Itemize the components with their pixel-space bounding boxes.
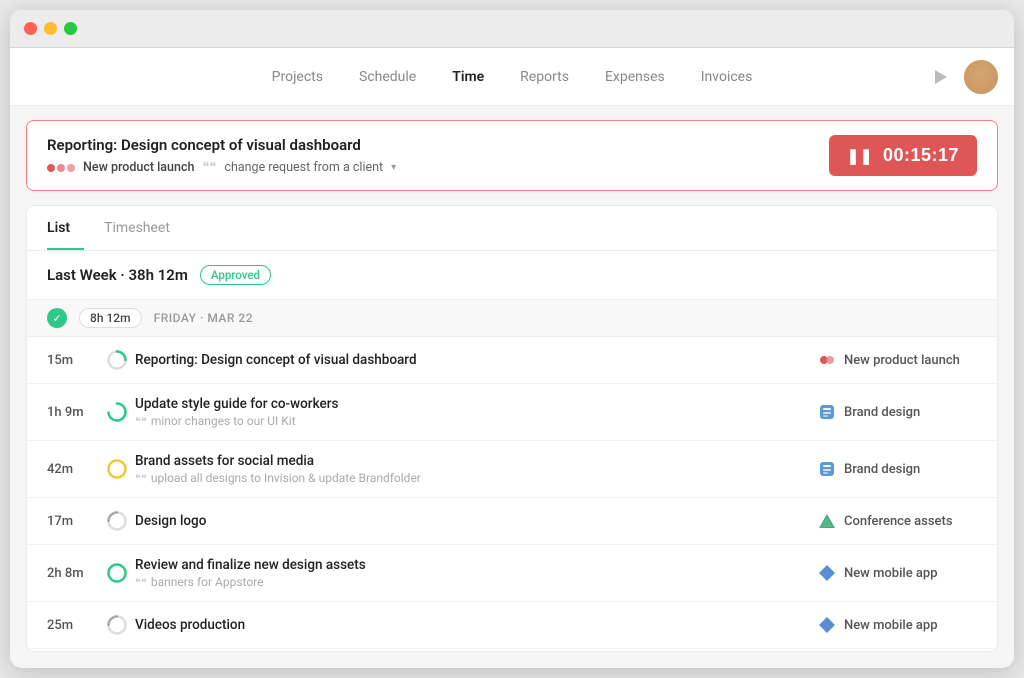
- entry-status-icon: [99, 510, 135, 532]
- entry-text: Update style guide for co-workers ❝❝ min…: [135, 396, 817, 428]
- entry-duration: 1h 9m: [47, 405, 99, 420]
- day-duration: 8h 12m: [79, 308, 142, 328]
- entry-text: Design logo: [135, 513, 817, 529]
- nav-time[interactable]: Time: [452, 65, 484, 89]
- entry-title: Review and finalize new design assets: [135, 557, 817, 573]
- day-row: ✓ 8h 12m FRIDAY · MAR 22: [27, 300, 997, 337]
- entry-project: Conference assets: [817, 511, 977, 531]
- entry-project: Brand design: [817, 402, 977, 422]
- project-icon: [817, 511, 837, 531]
- entry-text: Videos production: [135, 617, 817, 633]
- traffic-lights: [24, 22, 77, 35]
- nav-expenses[interactable]: Expenses: [605, 65, 665, 89]
- entry-title: Reporting: Design concept of visual dash…: [135, 352, 817, 368]
- project-icon: [817, 402, 837, 422]
- quote-icon: ❝❝: [135, 576, 147, 589]
- entry-status-icon: [99, 349, 135, 371]
- nav-schedule[interactable]: Schedule: [359, 65, 416, 89]
- close-light[interactable]: [24, 22, 37, 35]
- entries-list: 15m Reporting: Design concept of visual …: [27, 337, 997, 651]
- entry-duration: 42m: [47, 462, 99, 477]
- maximize-light[interactable]: [64, 22, 77, 35]
- table-row[interactable]: 15m Reporting: Design concept of visual …: [27, 337, 997, 384]
- avatar[interactable]: [964, 60, 998, 94]
- play-button[interactable]: [926, 63, 954, 91]
- entry-text: Review and finalize new design assets ❝❝…: [135, 557, 817, 589]
- entry-duration: 2h 8m: [47, 566, 99, 581]
- titlebar: [10, 10, 1014, 48]
- timer-project-name: New product launch: [83, 160, 194, 175]
- entry-title: Brand assets for social media: [135, 453, 817, 469]
- nav-projects[interactable]: Projects: [272, 65, 323, 89]
- check-icon: ✓: [47, 308, 67, 328]
- project-dot: [47, 164, 75, 172]
- table-row[interactable]: 2h 8m Review and finalize new design ass…: [27, 545, 997, 602]
- week-title: Last Week · 38h 12m: [47, 266, 188, 284]
- entry-subtitle: ❝❝ banners for Appstore: [135, 575, 817, 589]
- entry-project: New mobile app: [817, 615, 977, 635]
- timer-banner: Reporting: Design concept of visual dash…: [26, 120, 998, 191]
- pause-icon: ❚❚: [847, 147, 873, 165]
- week-header: Last Week · 38h 12m Approved: [27, 251, 997, 300]
- entry-duration: 25m: [47, 618, 99, 633]
- main-content: List Timesheet Last Week · 38h 12m Appro…: [26, 205, 998, 652]
- table-row[interactable]: 1h 9m Update style guide for co-workers …: [27, 384, 997, 441]
- timer-task-title: Reporting: Design concept of visual dash…: [47, 136, 396, 154]
- project-icon: [817, 459, 837, 479]
- entry-title: Update style guide for co-workers: [135, 396, 817, 412]
- entry-subtitle: ❝❝ minor changes to our UI Kit: [135, 414, 817, 428]
- nav-invoices[interactable]: Invoices: [701, 65, 753, 89]
- pause-button[interactable]: ❚❚ 00:15:17: [829, 135, 977, 176]
- table-row[interactable]: 17m Design logo: [27, 498, 997, 545]
- entry-status-icon: [99, 458, 135, 480]
- entry-title: Videos production: [135, 617, 817, 633]
- entry-project: New mobile app: [817, 563, 977, 583]
- table-row[interactable]: 42m Brand assets for social media ❝❝ upl…: [27, 441, 997, 498]
- entry-subtitle: ❝❝ upload all designs to Invision & upda…: [135, 471, 817, 485]
- minimize-light[interactable]: [44, 22, 57, 35]
- entry-text: Brand assets for social media ❝❝ upload …: [135, 453, 817, 485]
- day-label: FRIDAY · MAR 22: [154, 311, 253, 325]
- quote-icon: ❝❝: [135, 415, 147, 428]
- project-name: Brand design: [844, 405, 920, 420]
- chevron-down-icon[interactable]: ▾: [391, 162, 396, 173]
- table-row[interactable]: 25m Videos production Ne: [27, 602, 997, 649]
- project-icon: [817, 350, 837, 370]
- timer-time: 00:15:17: [883, 145, 959, 166]
- timer-info: Reporting: Design concept of visual dash…: [47, 136, 396, 175]
- approved-badge: Approved: [200, 265, 271, 285]
- tab-list[interactable]: List: [47, 206, 84, 250]
- entry-duration: 15m: [47, 353, 99, 368]
- entry-duration: 17m: [47, 514, 99, 529]
- nav-reports[interactable]: Reports: [520, 65, 569, 89]
- project-name: New mobile app: [844, 566, 938, 581]
- entry-project: Brand design: [817, 459, 977, 479]
- entry-status-icon: [99, 614, 135, 636]
- quote-icon: ❝❝: [202, 160, 216, 175]
- nav-right: [926, 60, 998, 94]
- project-name: Conference assets: [844, 514, 953, 529]
- entry-status-icon: [99, 562, 135, 584]
- tabs: List Timesheet: [27, 206, 997, 251]
- project-icon: [817, 615, 837, 635]
- project-name: New product launch: [844, 353, 960, 368]
- nav: Projects Schedule Time Reports Expenses …: [10, 48, 1014, 106]
- timer-meta: New product launch ❝❝ change request fro…: [47, 160, 396, 175]
- entry-text: Reporting: Design concept of visual dash…: [135, 352, 817, 368]
- project-name: Brand design: [844, 462, 920, 477]
- entry-project: New product launch: [817, 350, 977, 370]
- quote-icon: ❝❝: [135, 472, 147, 485]
- entry-status-icon: [99, 401, 135, 423]
- tab-timesheet[interactable]: Timesheet: [104, 206, 184, 250]
- project-name: New mobile app: [844, 618, 938, 633]
- app-window: Projects Schedule Time Reports Expenses …: [10, 10, 1014, 668]
- project-icon: [817, 563, 837, 583]
- entry-title: Design logo: [135, 513, 817, 529]
- timer-task-name: change request from a client: [224, 160, 383, 175]
